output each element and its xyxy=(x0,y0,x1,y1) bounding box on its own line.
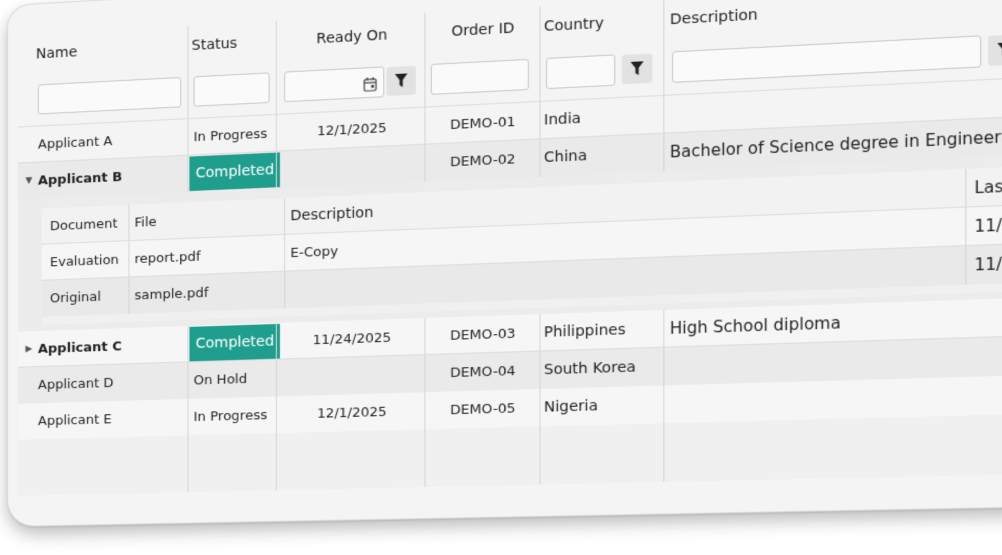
cell-status: On Hold xyxy=(194,360,274,399)
detail-header-last-updated[interactable]: Last Upd xyxy=(974,166,1002,208)
cell-ready-on: 12/1/2025 xyxy=(280,392,424,433)
data-grid: Name Status Ready On Order ID Country De… xyxy=(18,0,1002,35)
description-filter-input[interactable] xyxy=(672,35,981,83)
cell-status: Completed xyxy=(189,323,275,362)
cell-status: Completed xyxy=(189,152,275,192)
detail-cell-last-updated: 11/30/20 xyxy=(974,204,1002,245)
column-header-status[interactable]: Status xyxy=(191,21,275,66)
detail-cell-document: Evaluation xyxy=(50,241,131,280)
ready-on-filter-icon[interactable] xyxy=(386,66,416,96)
description-filter-icon[interactable] xyxy=(988,34,1002,66)
cell-order-id: DEMO-02 xyxy=(427,139,540,181)
detail-cell-file: sample.pdf xyxy=(134,272,277,314)
status-badge: Completed xyxy=(189,324,280,362)
cell-status: In Progress xyxy=(194,396,274,435)
cell-country: China xyxy=(544,134,663,177)
country-filter-input[interactable] xyxy=(546,54,615,89)
cell-country: Philippines xyxy=(544,310,663,351)
status-filter-input[interactable] xyxy=(194,72,270,106)
cell-ready-on xyxy=(280,145,424,188)
cell-name: Applicant C xyxy=(38,326,185,367)
detail-header-document[interactable]: Document xyxy=(50,205,131,245)
cell-name: Applicant E xyxy=(38,399,185,439)
cell-name: Applicant D xyxy=(38,363,185,404)
cell-country: South Korea xyxy=(544,348,663,389)
column-header-country[interactable]: Country xyxy=(544,0,663,48)
chevron-down-icon[interactable]: ▼ xyxy=(24,176,34,186)
country-filter-icon[interactable] xyxy=(622,53,653,84)
cell-ready-on xyxy=(280,355,424,396)
data-grid-panel: Name Status Ready On Order ID Country De… xyxy=(8,0,1002,526)
column-header-order-id[interactable]: Order ID xyxy=(427,6,540,54)
cell-order-id: DEMO-03 xyxy=(427,314,540,355)
calendar-icon[interactable] xyxy=(359,71,380,97)
cell-order-id: DEMO-04 xyxy=(427,352,540,393)
cell-order-id: DEMO-05 xyxy=(427,389,540,429)
cell-ready-on: 11/24/2025 xyxy=(280,318,424,360)
order-id-filter-input[interactable] xyxy=(431,59,529,95)
cell-country: Nigeria xyxy=(544,385,663,426)
detail-cell-last-updated: 11/36/20 xyxy=(974,243,1002,284)
cell-status: In Progress xyxy=(194,115,274,155)
status-badge: Completed xyxy=(189,152,280,191)
detail-cell-document: Original xyxy=(50,277,131,316)
chevron-right-icon[interactable]: ▶ xyxy=(24,344,34,354)
name-filter-input[interactable] xyxy=(38,77,181,115)
